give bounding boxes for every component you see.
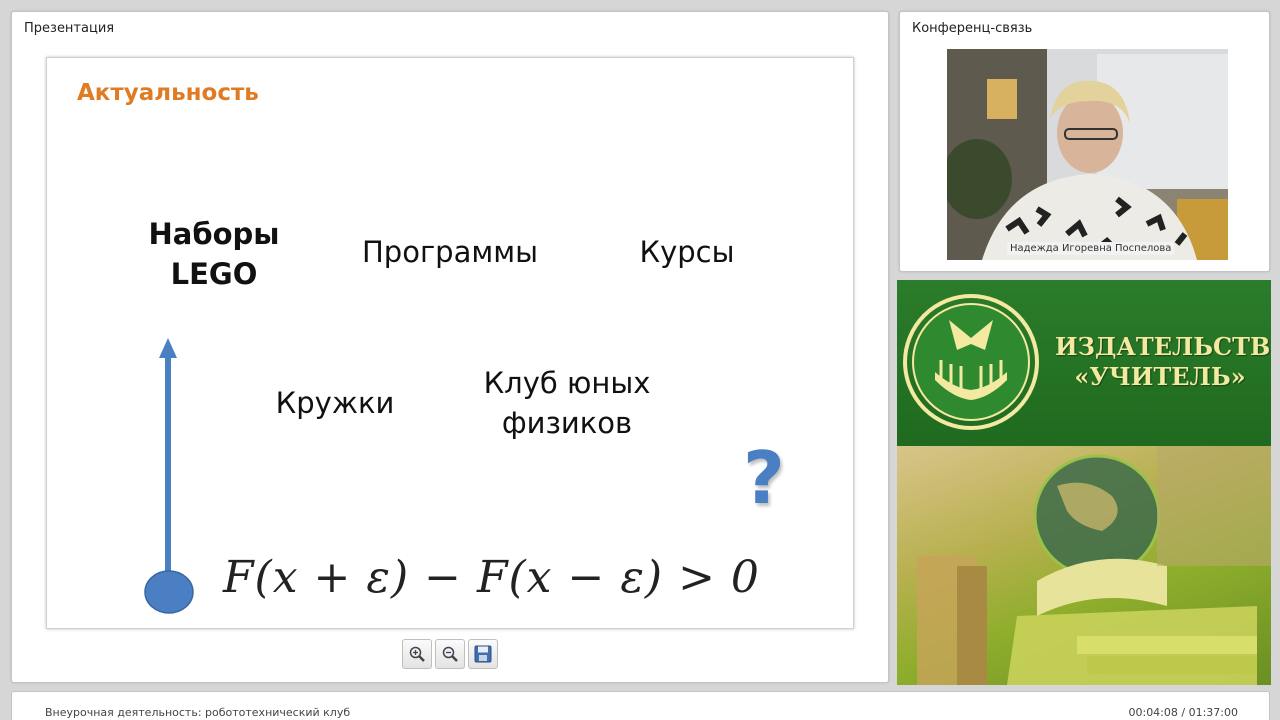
zoom-out-icon — [442, 646, 458, 662]
participant-name-label: Надежда Игоревна Поспелова — [1007, 242, 1175, 255]
publisher-name: ИЗДАТЕЛЬСТВО «УЧИТЕЛЬ» — [1055, 332, 1271, 391]
zoom-out-button[interactable] — [435, 639, 465, 669]
slide-formula: F(x + ε) − F(x − ε) > 0 — [223, 552, 760, 603]
zoom-in-button[interactable] — [402, 639, 432, 669]
presentation-panel: Презентация Актуальность Наборы LEGO Про… — [11, 11, 889, 683]
presentation-panel-title: Презентация — [24, 21, 115, 36]
slide: Актуальность Наборы LEGO Программы Курсы… — [46, 57, 854, 629]
conference-panel: Конференц-связь Надежда Игоревна Поспело… — [899, 11, 1270, 272]
video-frame-image — [947, 49, 1228, 260]
arrow-base-circle — [144, 570, 194, 614]
save-button[interactable] — [468, 639, 498, 669]
zoom-in-icon — [409, 646, 425, 662]
books-and-globe-image — [917, 446, 1271, 685]
publisher-logo-icon — [903, 294, 1039, 430]
status-bar: Внеурочная деятельность: робототехническ… — [11, 691, 1270, 720]
slide-toolbar — [402, 639, 498, 669]
conference-panel-title: Конференц-связь — [912, 21, 1033, 36]
playback-time: 00:04:08 / 01:37:00 — [1128, 706, 1238, 719]
save-icon — [474, 645, 492, 663]
publisher-banner: ИЗДАТЕЛЬСТВО «УЧИТЕЛЬ» — [897, 280, 1271, 685]
banner-image — [897, 446, 1271, 685]
webcam-video: Надежда Игоревна Поспелова — [947, 49, 1228, 260]
lecture-title: Внеурочная деятельность: робототехническ… — [45, 706, 351, 719]
banner-top: ИЗДАТЕЛЬСТВО «УЧИТЕЛЬ» — [897, 280, 1271, 446]
vertical-arrow — [144, 338, 194, 614]
